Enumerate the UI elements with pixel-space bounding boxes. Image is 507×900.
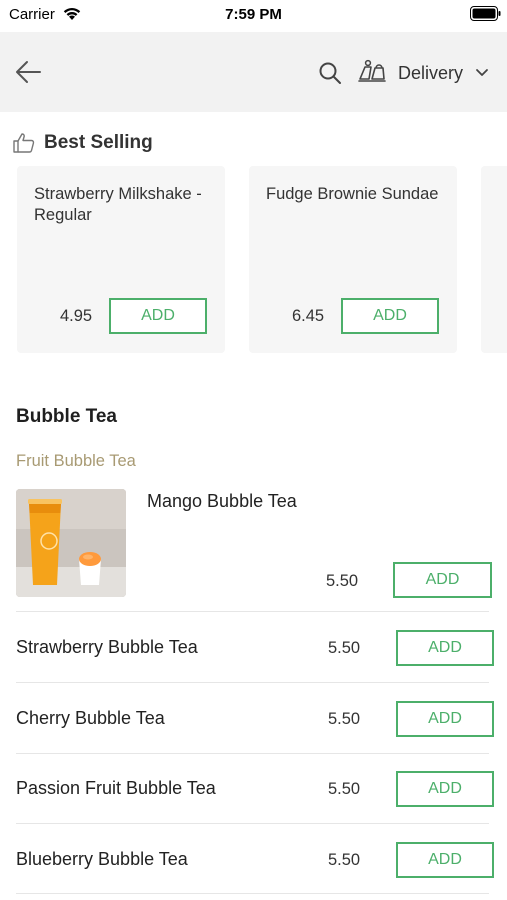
chevron-down-icon <box>476 69 488 76</box>
best-selling-title: Best Selling <box>44 132 153 153</box>
item-price: 5.50 <box>328 851 361 869</box>
list-item[interactable]: Strawberry Bubble Tea 5.50 ADD <box>0 612 507 682</box>
status-bar: Carrier 7:59 PM <box>0 0 507 30</box>
battery-icon <box>470 6 501 21</box>
add-button[interactable]: ADD <box>396 842 494 878</box>
search-icon <box>319 62 341 84</box>
item-price: 5.50 <box>328 639 361 657</box>
best-selling-card[interactable]: Fudge Brownie Sundae 6.45 ADD <box>249 166 457 353</box>
divider <box>16 893 489 894</box>
clock-time: 7:59 PM <box>225 6 282 23</box>
back-button[interactable] <box>10 56 46 88</box>
thumbs-up-icon <box>13 133 35 153</box>
item-name: Strawberry Bubble Tea <box>16 637 198 657</box>
item-name: Passion Fruit Bubble Tea <box>16 778 216 798</box>
list-item[interactable]: Cherry Bubble Tea 5.50 ADD <box>0 683 507 753</box>
category-title: Bubble Tea <box>16 406 117 427</box>
card-item-name: Fudge Brownie Sundae <box>266 185 439 203</box>
item-name: Blueberry Bubble Tea <box>16 849 188 869</box>
add-button[interactable]: ADD <box>109 298 207 334</box>
product-photo <box>16 489 126 597</box>
card-item-name: Strawberry Milkshake - Regular <box>34 185 202 224</box>
list-item[interactable]: Passion Fruit Bubble Tea 5.50 ADD <box>0 753 507 823</box>
list-item[interactable]: Blueberry Bubble Tea 5.50 ADD <box>0 824 507 894</box>
nav-bar: Delivery <box>0 32 507 112</box>
add-button[interactable]: ADD <box>341 298 439 334</box>
card-item-price: 4.95 <box>60 307 93 325</box>
add-button[interactable]: ADD <box>396 701 494 737</box>
delivery-mode-selector[interactable]: Delivery <box>357 58 497 88</box>
subcategory-title: Fruit Bubble Tea <box>16 452 136 470</box>
item-name: Cherry Bubble Tea <box>16 708 165 728</box>
card-item-price: 6.45 <box>292 307 325 325</box>
item-name: Mango Bubble Tea <box>147 491 297 511</box>
item-price: 5.50 <box>328 780 361 798</box>
best-selling-card-partial[interactable] <box>481 166 507 353</box>
best-selling-card[interactable]: Strawberry Milkshake - Regular 4.95 ADD <box>17 166 225 353</box>
item-price: 5.50 <box>328 710 361 728</box>
add-button[interactable]: ADD <box>396 630 494 666</box>
delivery-icon <box>358 59 386 82</box>
search-button[interactable] <box>316 59 344 87</box>
add-button[interactable]: ADD <box>396 771 494 807</box>
mango-bubble-tea-image[interactable] <box>16 489 126 597</box>
add-button[interactable]: ADD <box>393 562 492 598</box>
best-selling-header: Best Selling <box>12 130 312 158</box>
item-price: 5.50 <box>326 572 359 590</box>
back-arrow-icon <box>16 61 41 83</box>
delivery-label: Delivery <box>398 63 464 83</box>
